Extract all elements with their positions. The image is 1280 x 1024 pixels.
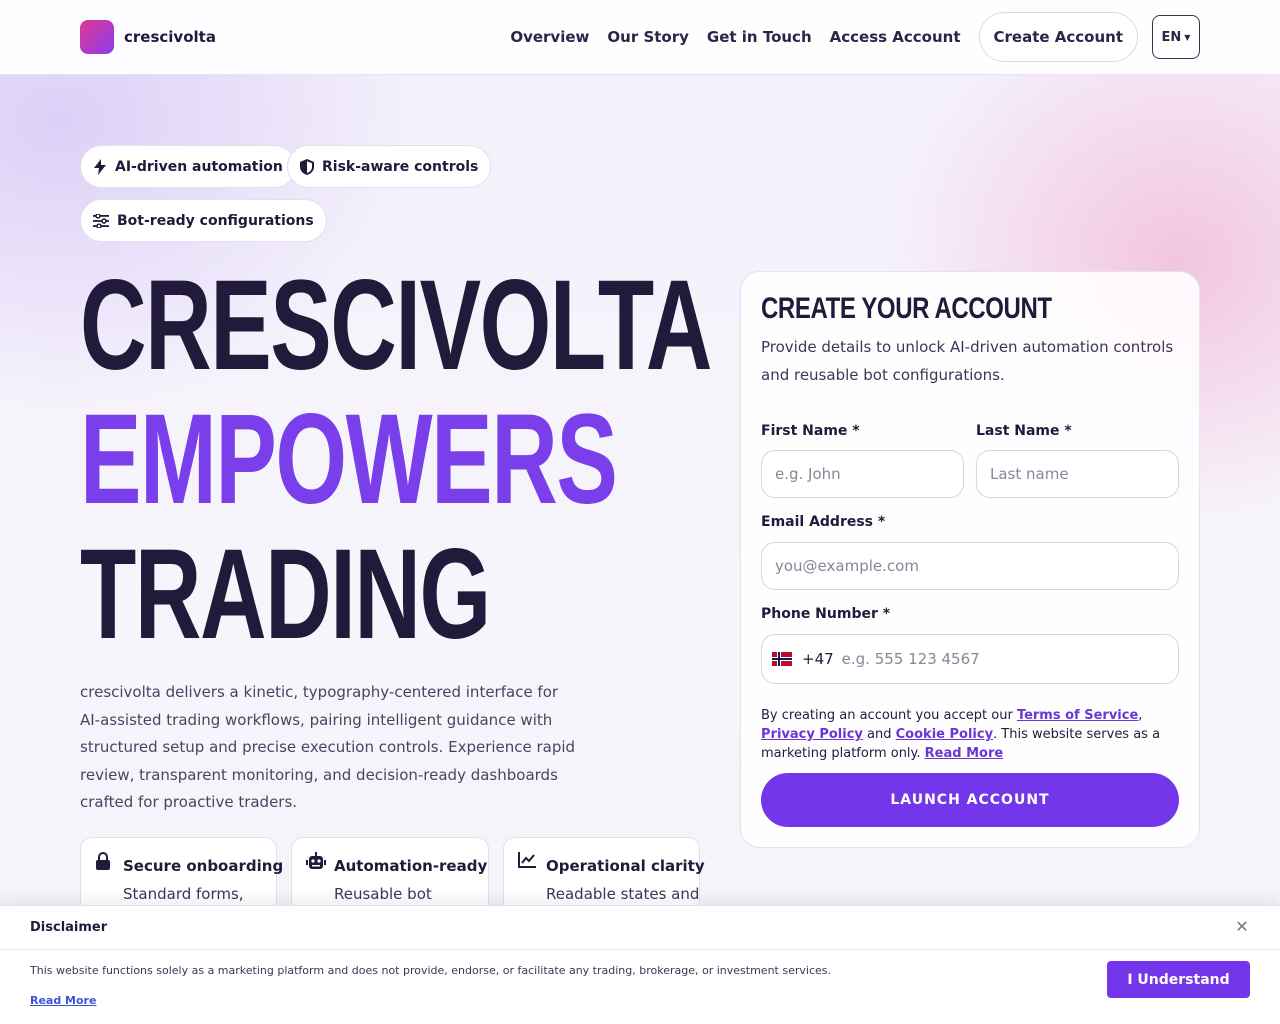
read-more-link[interactable]: Read More (925, 746, 1004, 761)
nav-access-account[interactable]: Access Account (830, 28, 961, 46)
phone-label: Phone Number * (761, 606, 891, 622)
last-name-input[interactable] (976, 450, 1179, 498)
close-icon[interactable]: ✕ (1234, 919, 1250, 935)
brand-logo-icon[interactable] (80, 20, 114, 54)
brand-name[interactable]: crescivolta (124, 28, 216, 46)
i-understand-button[interactable]: I Understand (1107, 961, 1250, 998)
lock-icon (96, 852, 110, 870)
form-title: CREATE YOUR ACCOUNT (761, 292, 1052, 325)
feature-subtitle: Readable states and (546, 885, 700, 903)
feature-subtitle: Standard forms, (123, 885, 244, 903)
norway-flag-icon[interactable] (772, 652, 792, 666)
hero-headline-line3: TRADING (80, 523, 491, 666)
first-name-label: First Name * (761, 423, 860, 439)
feature-title: Secure onboarding (123, 857, 284, 875)
legal-comma: , (1138, 708, 1143, 723)
main-nav: Overview Our Story Get in Touch Access A… (492, 12, 1200, 62)
signup-form-card: CREATE YOUR ACCOUNT Provide details to u… (740, 271, 1200, 848)
robot-icon (306, 852, 326, 869)
legal-and: and (862, 727, 896, 742)
disclaimer-text: This website functions solely as a marke… (30, 964, 831, 977)
chip-ai-automation: AI-driven automation (80, 145, 296, 188)
create-account-button[interactable]: Create Account (978, 12, 1138, 62)
launch-account-button[interactable]: LAUNCH ACCOUNT (761, 773, 1179, 827)
email-input[interactable] (761, 542, 1179, 590)
legal-notice: By creating an account you accept our Te… (761, 706, 1181, 763)
sliders-icon (93, 213, 109, 228)
chip-label: Bot-ready configurations (117, 212, 314, 229)
hero-headline-line2: EMPOWERS (80, 388, 618, 531)
chip-bot-configurations: Bot-ready configurations (80, 199, 327, 242)
shield-icon (300, 158, 314, 175)
privacy-link[interactable]: Privacy Policy (761, 727, 863, 742)
chip-label: AI-driven automation (115, 158, 283, 175)
hero-headline-line1: CRESCIVOLTA (80, 254, 712, 397)
nav-our-story[interactable]: Our Story (607, 28, 689, 46)
phone-input[interactable] (841, 650, 1162, 668)
phone-country-code[interactable]: +47 (802, 650, 834, 668)
language-selector[interactable]: EN ▼ (1152, 15, 1200, 59)
feature-title: Automation-ready (334, 857, 488, 875)
phone-field: +47 (761, 634, 1179, 684)
disclaimer-banner: Disclaimer ✕ This website functions sole… (0, 905, 1280, 1024)
chart-line-icon (518, 852, 536, 868)
chevron-down-icon: ▼ (1184, 32, 1191, 42)
site-header: crescivolta Overview Our Story Get in To… (0, 0, 1280, 75)
first-name-input[interactable] (761, 450, 964, 498)
chip-label: Risk-aware controls (322, 158, 479, 175)
language-label: EN (1161, 29, 1182, 45)
email-label: Email Address * (761, 514, 886, 530)
feature-subtitle: Reusable bot (334, 885, 432, 903)
terms-link[interactable]: Terms of Service (1017, 708, 1138, 723)
nav-get-in-touch[interactable]: Get in Touch (707, 28, 812, 46)
form-subtitle: Provide details to unlock AI-driven auto… (761, 338, 1174, 384)
hero-description: crescivolta delivers a kinetic, typograp… (80, 683, 576, 811)
feature-title: Operational clarity (546, 857, 705, 875)
lightning-icon (94, 158, 106, 175)
cookie-link[interactable]: Cookie Policy (896, 727, 993, 742)
divider (0, 949, 1280, 950)
nav-overview[interactable]: Overview (510, 28, 589, 46)
last-name-label: Last Name * (976, 423, 1072, 439)
disclaimer-read-more-link[interactable]: Read More (30, 994, 96, 1007)
legal-prefix: By creating an account you accept our (761, 708, 1017, 723)
disclaimer-title: Disclaimer (30, 920, 108, 935)
chip-risk-controls: Risk-aware controls (287, 145, 492, 188)
